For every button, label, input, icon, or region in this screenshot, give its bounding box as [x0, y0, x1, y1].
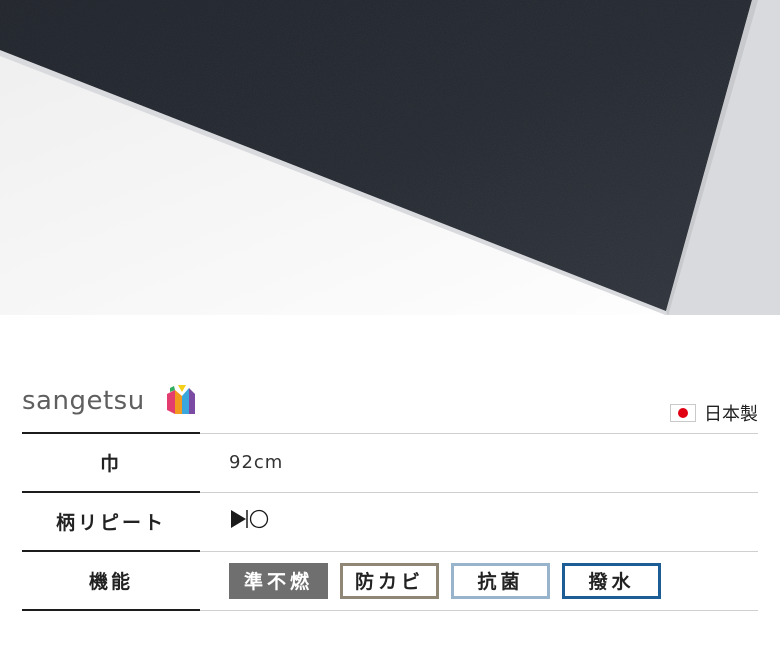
spec-row-width: 巾 92cm: [22, 432, 758, 492]
made-in-label: 日本製: [704, 404, 758, 425]
play-circle-icon: [229, 508, 273, 535]
japan-flag-icon: [670, 404, 696, 422]
product-photo: [0, 0, 780, 315]
spec-label: 柄リピート: [22, 491, 200, 551]
brand-row: sangetsu 日本製: [22, 380, 758, 430]
brand-name: sangetsu: [22, 386, 145, 416]
spec-row-functions: 機能 準不燃 防カビ 抗菌 撥水: [22, 550, 758, 611]
badge-anti-mold: 防カビ: [340, 562, 439, 599]
badge-fire-retardant: 準不燃: [229, 562, 328, 599]
made-in-japan: 日本製: [670, 400, 758, 426]
badge-antibacterial: 抗菌: [451, 562, 550, 599]
spec-value: 92cm: [200, 432, 758, 492]
spec-label: 機能: [22, 550, 200, 611]
sangetsu-logo-icon: [166, 384, 196, 420]
spec-table: 巾 92cm 柄リピート 機能 準不燃 防カビ 抗菌 撥水: [22, 432, 758, 611]
spec-label: 巾: [22, 432, 200, 492]
badge-water-repellent: 撥水: [562, 562, 661, 599]
function-badges: 準不燃 防カビ 抗菌 撥水: [229, 562, 758, 599]
spec-row-pattern-repeat: 柄リピート: [22, 491, 758, 551]
